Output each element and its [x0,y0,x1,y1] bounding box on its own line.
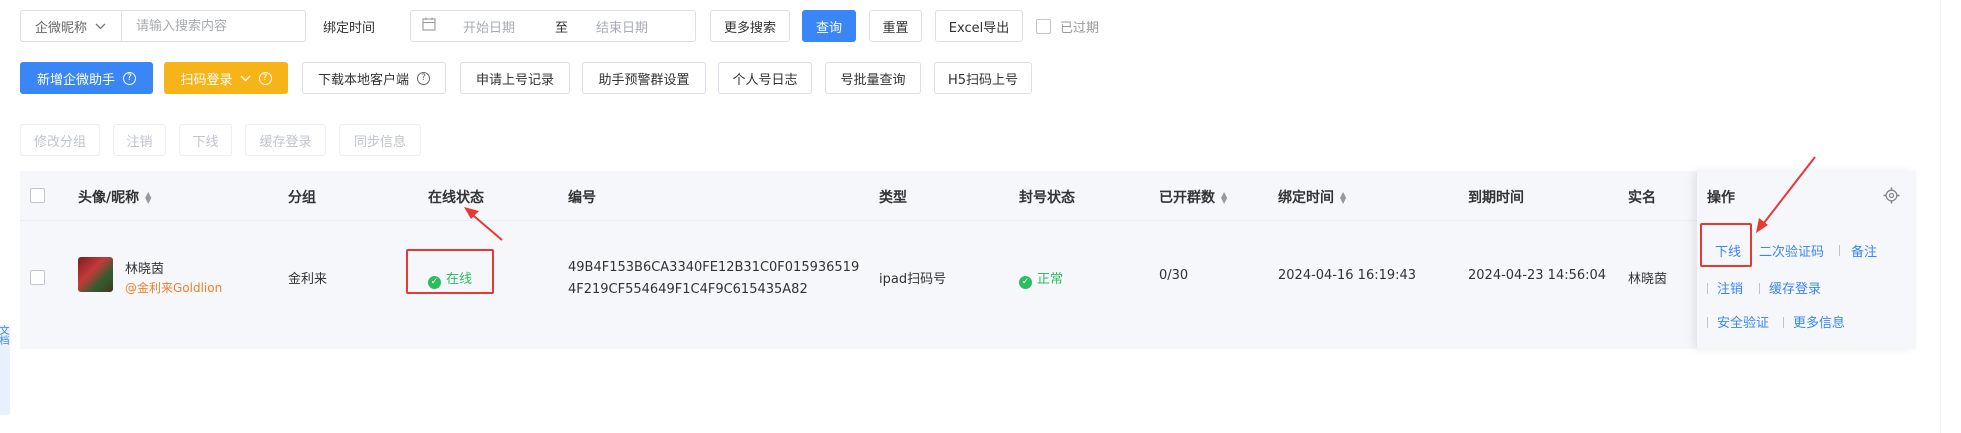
annotation-arrow [1759,156,1816,229]
annotation-arrows [464,156,1816,241]
